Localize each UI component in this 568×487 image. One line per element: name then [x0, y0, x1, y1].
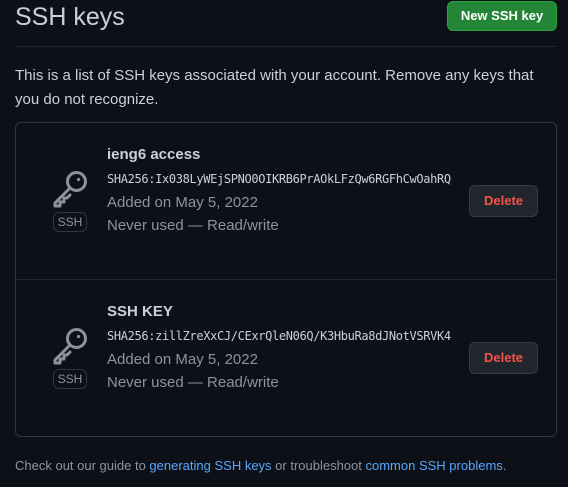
- ssh-key-item: SSH SSH KEY SHA256:zillZreXxCJ/CExrQleN0…: [16, 280, 556, 436]
- footer-suffix: .: [502, 458, 507, 473]
- key-fingerprint: SHA256:zillZreXxCJ/CExrQleN06Q/K3HbuRa8d…: [107, 329, 451, 343]
- footer-prefix: Check out our guide to: [15, 458, 150, 473]
- ssh-type-badge: SSH: [53, 369, 87, 389]
- page-header: SSH keys New SSH key: [15, 0, 557, 47]
- ssh-key-item: SSH ieng6 access SHA256:Ix038LyWEjSPNO0O…: [16, 123, 556, 280]
- intro-text: This is a list of SSH keys associated wi…: [15, 67, 534, 108]
- key-usage: Never used — Read/write: [107, 374, 279, 391]
- ssh-type-badge: SSH: [53, 212, 87, 232]
- footer-middle: or troubleshoot: [271, 458, 366, 473]
- page-title: SSH keys: [15, 3, 125, 31]
- help-footer: Check out our guide to generating SSH ke…: [15, 456, 506, 476]
- key-details: ieng6 access SHA256:Ix038LyWEjSPNO0OIKRB…: [107, 143, 467, 237]
- key-icon: [53, 328, 87, 365]
- delete-key-button[interactable]: Delete: [469, 342, 538, 374]
- key-fingerprint: SHA256:Ix038LyWEjSPNO0OIKRB6PrAOkLFzQw6R…: [107, 172, 451, 186]
- delete-key-button[interactable]: Delete: [469, 185, 538, 217]
- key-added-date: Added on May 5, 2022: [107, 194, 258, 211]
- common-ssh-problems-link[interactable]: common SSH problems: [366, 458, 503, 473]
- key-title: ieng6 access: [107, 146, 201, 163]
- ssh-keys-list: SSH ieng6 access SHA256:Ix038LyWEjSPNO0O…: [15, 122, 557, 437]
- key-icon: [53, 171, 87, 208]
- key-details: SSH KEY SHA256:zillZreXxCJ/CExrQleN06Q/K…: [107, 300, 467, 394]
- key-title: SSH KEY: [107, 303, 173, 320]
- key-added-date: Added on May 5, 2022: [107, 351, 258, 368]
- new-ssh-key-button[interactable]: New SSH key: [447, 1, 557, 31]
- key-usage: Never used — Read/write: [107, 217, 279, 234]
- generating-ssh-keys-link[interactable]: generating SSH keys: [149, 458, 271, 473]
- ssh-keys-page: SSH keys New SSH key This is a list of S…: [0, 0, 568, 487]
